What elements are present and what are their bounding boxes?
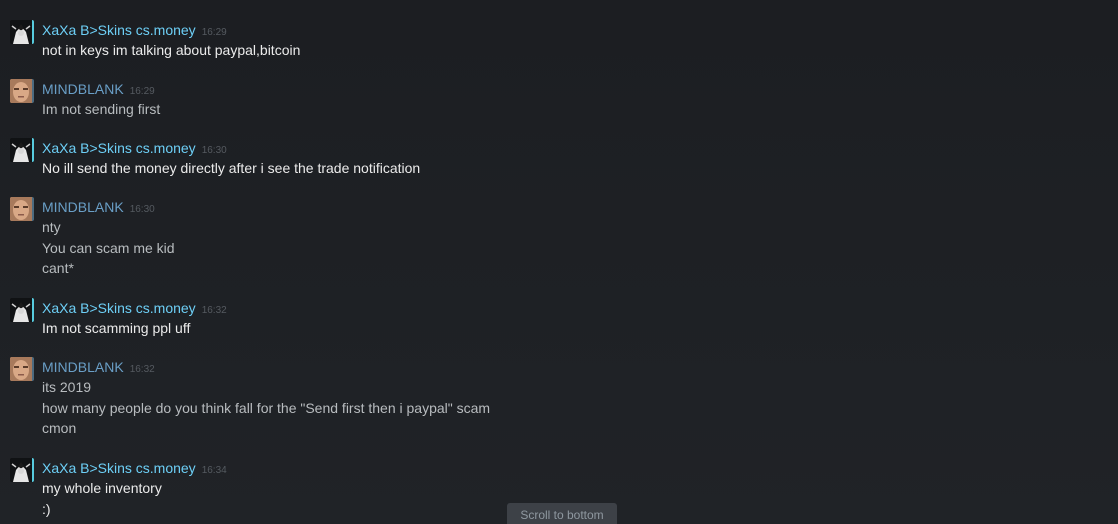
message-line: cmon [42, 420, 77, 436]
mindblank-avatar-icon[interactable] [10, 357, 34, 381]
message-line: cant* [42, 260, 74, 276]
message-line: my whole inventory [42, 480, 162, 496]
sender-name[interactable]: XaXa B>Skins cs.money [42, 300, 196, 316]
message-line: its 2019 [42, 379, 92, 395]
mindblank-avatar-icon[interactable] [10, 79, 34, 103]
message-line: :) [42, 500, 51, 517]
message-timestamp: 16:29 [201, 27, 227, 38]
scroll-to-bottom-button[interactable]: Scroll to bottom [507, 503, 617, 524]
message-line: No ill send the money directly after i s… [42, 160, 421, 176]
message-timestamp: 16:34 [201, 465, 227, 476]
sender-name[interactable]: MINDBLANK [42, 359, 124, 375]
message-timestamp: 16:29 [129, 86, 155, 97]
message-line: Im not scamming ppl uff [42, 320, 191, 336]
sender-name[interactable]: XaXa B>Skins cs.money [42, 22, 196, 38]
message-line: nty [42, 219, 61, 235]
message-timestamp: 16:30 [129, 204, 155, 215]
message-line: not in keys im talking about paypal,bitc… [42, 42, 301, 58]
message-line: Im not sending first [42, 101, 161, 117]
message-timestamp: 16:32 [201, 305, 227, 316]
message-line: how many people do you think fall for th… [42, 399, 491, 416]
chat-log: XaXa B>Skins cs.money 16:29 not in keys i… [0, 0, 1118, 524]
message-line: You can scam me kid [42, 239, 175, 256]
xaxa-avatar-icon[interactable] [10, 298, 34, 322]
xaxa-avatar-icon[interactable] [10, 138, 34, 162]
sender-name[interactable]: MINDBLANK [42, 199, 124, 215]
message-timestamp: 16:32 [129, 364, 155, 375]
mindblank-avatar-icon[interactable] [10, 197, 34, 221]
sender-name[interactable]: XaXa B>Skins cs.money [42, 460, 196, 476]
sender-name[interactable]: MINDBLANK [42, 81, 124, 97]
xaxa-avatar-icon[interactable] [10, 20, 34, 44]
sender-name[interactable]: XaXa B>Skins cs.money [42, 140, 196, 156]
message-timestamp: 16:30 [201, 145, 227, 156]
xaxa-avatar-icon[interactable] [10, 458, 34, 482]
